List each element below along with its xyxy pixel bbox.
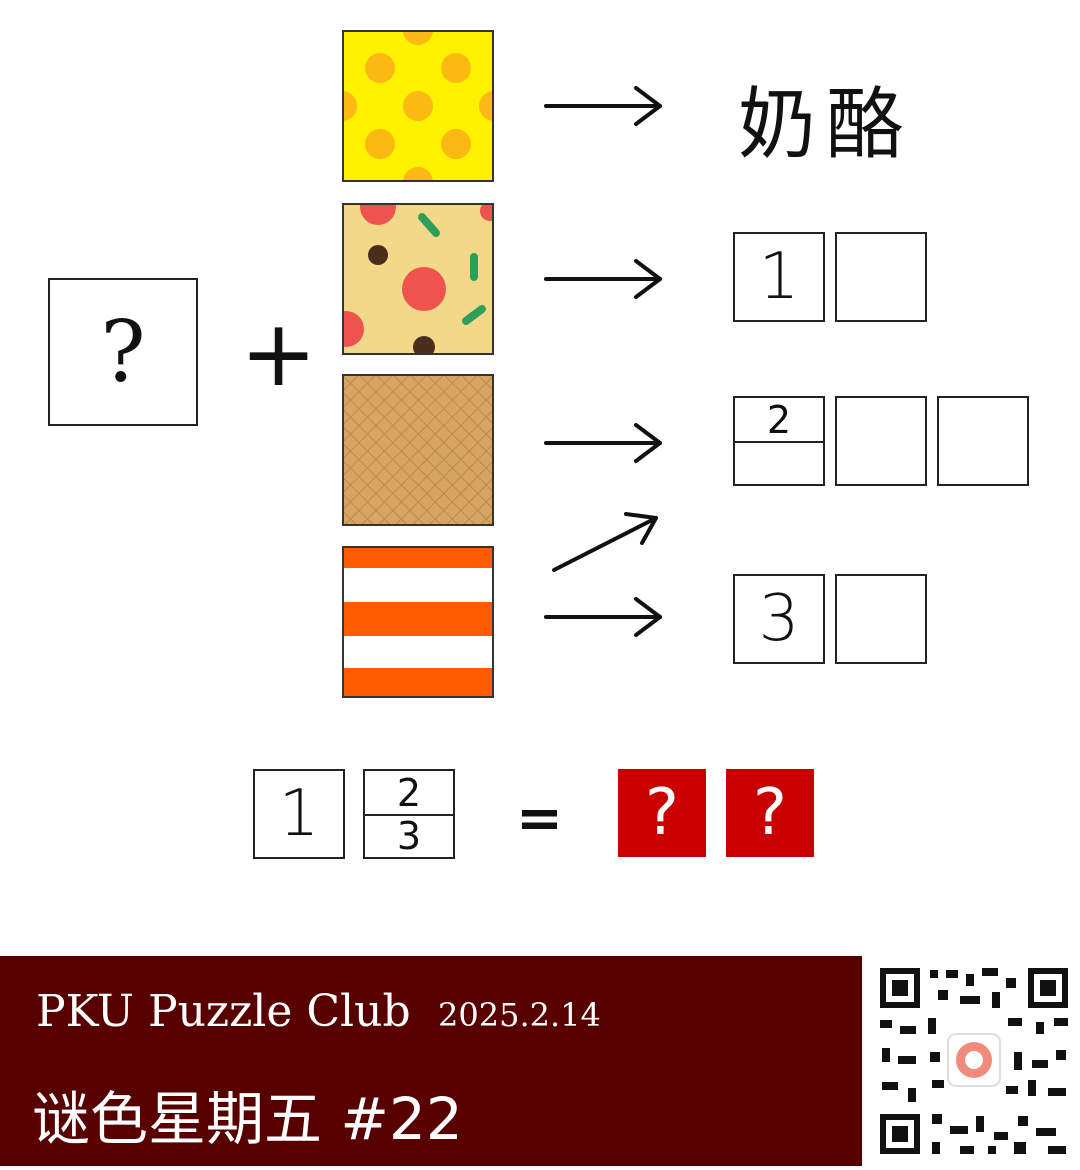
row3-box-1-top: 2 [735, 398, 823, 443]
equation-box-2: 2 3 [363, 769, 455, 859]
row4-box-2 [835, 574, 927, 664]
footer-banner: PKU Puzzle Club 2025.2.14 谜色星期五 #22 [0, 956, 862, 1166]
row4-digit: 3 [758, 582, 800, 656]
row3-box-2 [835, 396, 927, 486]
row2-box-1: 1 [733, 232, 825, 322]
row3-box-1: 2 [733, 396, 825, 486]
answer-box-2: ? [726, 769, 814, 857]
row3-box-3 [937, 396, 1029, 486]
row2-box-2 [835, 232, 927, 322]
cheese-word: 奶酪 [738, 80, 915, 170]
equation-box-1: 1 [253, 769, 345, 859]
answer-symbol-2: ? [753, 776, 787, 850]
qr-code[interactable] [868, 956, 1080, 1166]
equation-box-2-bottom: 3 [365, 813, 453, 858]
equals-sign: = [516, 786, 563, 851]
club-name: PKU Puzzle Club [36, 986, 411, 1037]
row3-box-1-bottom [735, 441, 823, 484]
series-title: 谜色星期五 #22 [32, 1085, 463, 1153]
row3-top-digit: 2 [766, 397, 792, 442]
qr-code-icon [868, 956, 1080, 1166]
answer-symbol-1: ? [645, 776, 679, 850]
equation-digit-1: 1 [278, 777, 320, 851]
equation-bottom-digit: 3 [396, 813, 422, 858]
answer-box-1: ? [618, 769, 706, 857]
row2-digit: 1 [758, 240, 800, 314]
equation-top-digit: 2 [396, 770, 422, 815]
post-date: 2025.2.14 [438, 996, 601, 1034]
equation-box-2-top: 2 [365, 771, 453, 816]
row4-box-1: 3 [733, 574, 825, 664]
